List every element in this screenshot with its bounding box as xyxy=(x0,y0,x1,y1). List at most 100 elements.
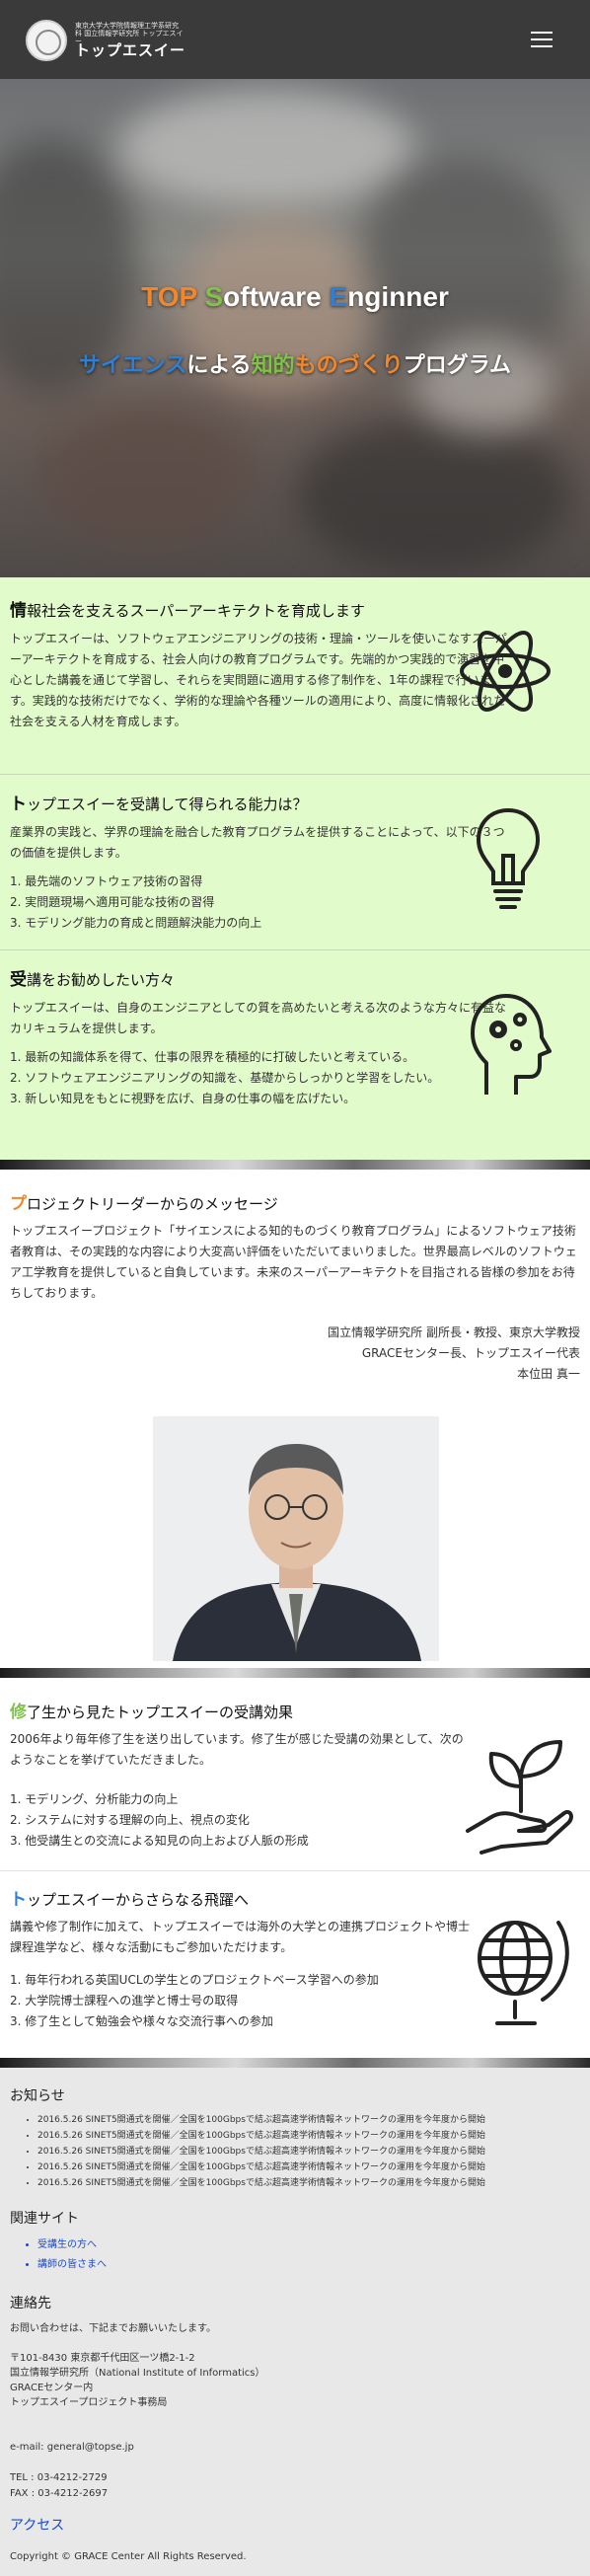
hero-title-t: T xyxy=(141,281,158,312)
effects-section: 修了生から見たトップエスイーの受講効果 2006年より毎年修了生を送り出していま… xyxy=(0,1678,590,1870)
message-signature: 国立情報学研究所 副所長・教授、東京大学教授 GRACEセンター長、トップエスイ… xyxy=(328,1323,580,1385)
list-item: 3. 修了生として勉強会や様々な交流行事への参加 xyxy=(10,2014,273,2028)
list-item: 3. 他受講生との交流による知見の向上および人脈の形成 xyxy=(10,1834,309,1848)
leader-portrait xyxy=(153,1416,439,1661)
list-item: 3. モデリング能力の育成と問題解決能力の向上 xyxy=(10,916,262,930)
recommend-title-rest: 講をお勧めしたい方々 xyxy=(27,971,176,989)
hero-sub-science: サイエンス xyxy=(78,353,187,378)
architect-title-rest: 報社会を支えるスーパーアーキテクトを育成します xyxy=(27,602,365,620)
hero-banner: TOP Software Enginner サイエンスによる知的ものづくりプログ… xyxy=(0,79,590,577)
hero-title: TOP Software Enginner xyxy=(0,281,590,313)
architect-body: トップエスイーは、ソフトウェアエンジニアリングの技術・理論・ツールを使いこなすス… xyxy=(10,632,507,728)
address-line: 〒101-8430 東京都千代田区一ツ橋2-1-2 xyxy=(10,2353,195,2364)
list-item: 2. ソフトウェアエンジニアリングの知識を、基礎からしっかりと学習をしたい。 xyxy=(10,1071,440,1085)
related-link-students[interactable]: 受講生の方へ xyxy=(37,2235,107,2255)
message-body: トップエスイープロジェクト「サイエンスによる知的ものづくり教育プログラム」による… xyxy=(10,1224,577,1300)
contact-intro: お問い合わせは、下記までお願いいたします。 xyxy=(10,2323,216,2334)
signature-line: 本位田 真一 xyxy=(517,1367,580,1381)
section-divider xyxy=(0,2058,590,2068)
contact-email[interactable]: e-mail: general@topse.jp xyxy=(10,2440,134,2455)
hero-sub-chiteki: 知的 xyxy=(251,353,295,378)
recommend-body: トップエスイーは、自身のエンジニアとしての質を高めたいと考える次のような方々に有… xyxy=(10,1001,507,1035)
list-item: 1. 最先端のソフトウェア技術の習得 xyxy=(10,874,203,888)
architect-title-first: 情 xyxy=(10,601,27,621)
news-item[interactable]: 2016.5.26 SINET5開通式を開催／全国を100Gbpsで結ぶ超高速学… xyxy=(37,2144,485,2159)
contact-tel: TEL : 03-4212-2729 xyxy=(10,2472,108,2483)
signature-line: 国立情報学研究所 副所長・教授、東京大学教授 xyxy=(328,1326,580,1339)
message-title-first: プ xyxy=(10,1194,27,1214)
hero-title-s: S xyxy=(204,281,224,312)
hero-sub-program: プログラム xyxy=(403,353,512,378)
architect-title: 情報社会を支えるスーパーアーキテクトを育成します xyxy=(10,596,365,621)
message-title-rest: ロジェクトリーダーからのメッセージ xyxy=(27,1195,278,1213)
section-divider xyxy=(0,1668,590,1678)
hero-title-oftware: oftware xyxy=(223,281,330,312)
abilities-title: トップエスイーを受講して得られる能力は？ xyxy=(10,790,308,814)
site-footer: お知らせ 2016.5.26 SINET5開通式を開催／全国を100Gbpsで結… xyxy=(0,2068,590,2576)
recommend-list: 1. 最新の知識体系を得て、仕事の限界を積極的に打破したいと考えている。 2. … xyxy=(10,1047,474,1109)
abilities-block: トップエスイーを受講して得られる能力は？ 産業界の実践と、学界の理論を融合した教… xyxy=(0,775,590,950)
recommend-title: 受講をお勧めしたい方々 xyxy=(10,965,175,990)
hero-title-op: OP xyxy=(157,281,205,312)
effects-list: 1. モデリング、分析能力の向上 2. システムに対する理解の向上、視点の変化 … xyxy=(10,1789,309,1852)
list-item: 3. 新しい知見をもとに視野を広げ、自身の仕事の幅を広げたい。 xyxy=(10,1092,356,1105)
address-line: GRACEセンター内 xyxy=(10,2383,94,2393)
logo-name[interactable]: トップエスイー xyxy=(75,39,185,60)
atom-icon xyxy=(460,631,551,712)
leap-title-first: ト xyxy=(10,1890,27,1910)
related-heading: 関連サイト xyxy=(10,2211,79,2227)
section-divider xyxy=(0,1160,590,1170)
news-item[interactable]: 2016.5.26 SINET5開通式を開催／全国を100Gbpsで結ぶ超高速学… xyxy=(37,2128,485,2144)
recommend-title-first: 受 xyxy=(10,970,27,990)
news-heading: お知らせ xyxy=(10,2088,65,2104)
list-item: 1. 毎年行われる英国UCLの学生とのプロジェクトベース学習への参加 xyxy=(10,1973,379,1987)
lightbulb-icon xyxy=(476,807,541,909)
abilities-body: 産業界の実践と、学界の理論を融合した教育プログラムを提供することによって、以下の… xyxy=(10,825,505,860)
related-list: 受講生の方へ 講師の皆さまへ xyxy=(37,2235,107,2275)
related-link-lecturers[interactable]: 講師の皆さまへ xyxy=(37,2255,107,2275)
contact-address: 〒101-8430 東京都千代田区一ツ橋2-1-2 国立情報学研究所（Natio… xyxy=(10,2351,265,2410)
hero-subtitle: サイエンスによる知的ものづくりプログラム xyxy=(0,347,590,379)
hero-sub-niyoru: による xyxy=(186,353,252,378)
architect-block: 情報社会を支えるスーパーアーキテクトを育成します トップエスイーは、ソフトウェア… xyxy=(0,577,590,775)
message-title: プロジェクトリーダーからのメッセージ xyxy=(10,1189,278,1214)
address-line: 国立情報学研究所（National Institute of Informati… xyxy=(10,2368,265,2379)
news-item[interactable]: 2016.5.26 SINET5開通式を開催／全国を100Gbpsで結ぶ超高速学… xyxy=(37,2112,485,2128)
head-gears-icon xyxy=(471,994,552,1095)
hamburger-menu-icon[interactable] xyxy=(531,32,553,47)
site-header: 東京大学大学院情報理工学系研究科 国立情報学研究所 トップエスイー トップエスイ… xyxy=(0,0,590,79)
effects-title-first: 修 xyxy=(10,1703,27,1722)
leap-list: 1. 毎年行われる英国UCLの学生とのプロジェクトベース学習への参加 2. 大学… xyxy=(10,1970,379,2032)
leader-message-section: プロジェクトリーダーからのメッセージ トップエスイープロジェクト「サイエンスによ… xyxy=(0,1170,590,1668)
hero-title-e: E xyxy=(329,281,348,312)
contact-heading: 連絡先 xyxy=(10,2296,51,2311)
list-item: 2. システムに対する理解の向上、視点の変化 xyxy=(10,1813,250,1827)
list-item: 2. 大学院博士課程への進学と博士号の取得 xyxy=(10,1994,239,2008)
news-item[interactable]: 2016.5.26 SINET5開通式を開催／全国を100Gbpsで結ぶ超高速学… xyxy=(37,2175,485,2191)
hero-sub-monozukuri: ものづくり xyxy=(294,353,404,378)
effects-body: 2006年より毎年修了生を送り出しています。修了生が感じた受講の効果として、次の… xyxy=(10,1732,464,1767)
abilities-title-first: ト xyxy=(10,795,27,814)
abilities-list: 1. 最先端のソフトウェア技術の習得 2. 実問題現場へ適用可能な技術の習得 3… xyxy=(10,871,261,934)
plant-hand-icon xyxy=(466,1740,573,1855)
signature-line: GRACEセンター長、トップエスイー代表 xyxy=(361,1346,580,1360)
leap-body: 講義や修了制作に加えて、トップエスイーでは海外の大学との連携プロジェクトや博士課… xyxy=(10,1920,470,1954)
access-link[interactable]: アクセス xyxy=(10,2515,64,2535)
copyright: Copyright © GRACE Center All Rights Rese… xyxy=(10,2551,247,2562)
logo-seal-icon[interactable] xyxy=(26,20,67,61)
list-item: 2. 実問題現場へ適用可能な技術の習得 xyxy=(10,895,215,909)
news-item[interactable]: 2016.5.26 SINET5開通式を開催／全国を100Gbpsで結ぶ超高速学… xyxy=(37,2159,485,2175)
intro-section: 情報社会を支えるスーパーアーキテクトを育成します トップエスイーは、ソフトウェア… xyxy=(0,577,590,1160)
leap-section: トップエスイーからさらなる飛躍へ 講義や修了制作に加えて、トップエスイーでは海外… xyxy=(0,1870,590,2058)
globe-icon xyxy=(478,1921,569,2025)
contact-fax: FAX : 03-4212-2697 xyxy=(10,2488,109,2499)
address-line: トップエスイープロジェクト事務局 xyxy=(10,2397,168,2408)
leap-title: トップエスイーからさらなる飛躍へ xyxy=(10,1885,249,1910)
list-item: 1. モデリング、分析能力の向上 xyxy=(10,1792,179,1806)
effects-title-rest: 了生から見たトップエスイーの受講効果 xyxy=(27,1704,294,1721)
effects-title: 修了生から見たトップエスイーの受講効果 xyxy=(10,1698,293,1722)
abilities-title-rest: ップエスイーを受講して得られる能力は？ xyxy=(27,796,308,813)
leap-title-rest: ップエスイーからさらなる飛躍へ xyxy=(27,1891,250,1909)
list-item: 1. 最新の知識体系を得て、仕事の限界を積極的に打破したいと考えている。 xyxy=(10,1050,415,1064)
hero-title-nginner: nginner xyxy=(347,281,449,312)
